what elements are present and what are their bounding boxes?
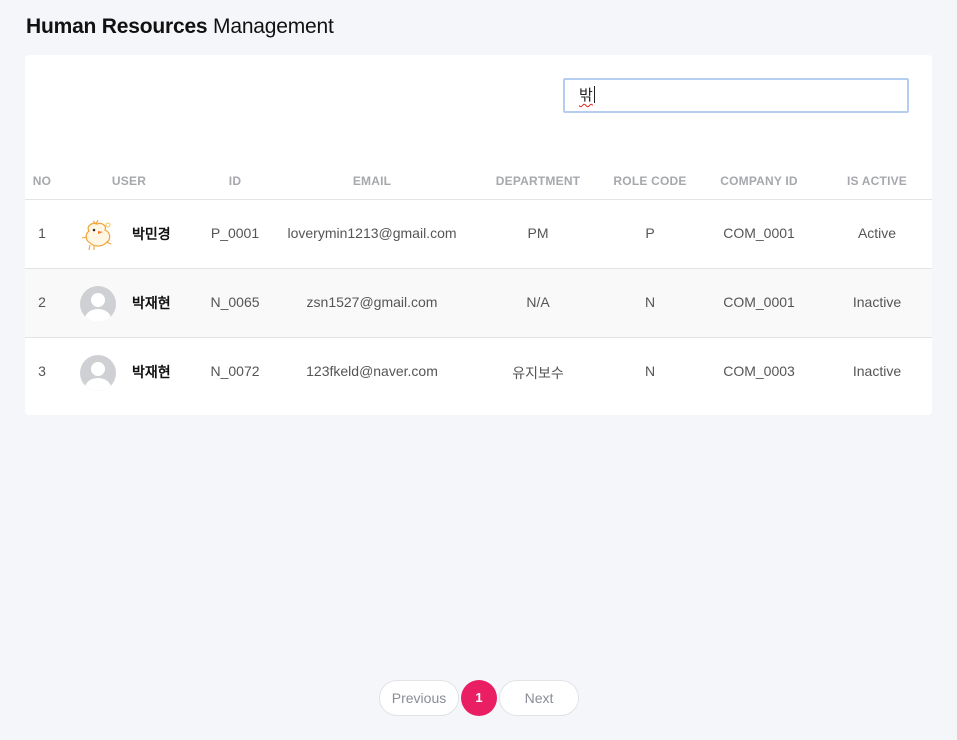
user-name: 박재현 bbox=[132, 365, 171, 381]
table-row[interactable]: 3 박재현 N_0072 123fkeld@naver.com 유지보수 N C… bbox=[25, 338, 932, 407]
col-header-is-active[interactable]: IS ACTIVE bbox=[847, 174, 907, 188]
col-header-department[interactable]: DEPARTMENT bbox=[496, 174, 580, 188]
cell-no: 3 bbox=[38, 363, 46, 379]
cell-is-active: Inactive bbox=[852, 294, 902, 310]
current-page-button[interactable]: 1 bbox=[461, 680, 497, 716]
text-caret bbox=[593, 86, 595, 103]
search-input[interactable]: 밖 bbox=[563, 78, 909, 113]
cell-role-code: N bbox=[644, 294, 656, 310]
cell-department: PM bbox=[527, 225, 549, 241]
cell-no: 2 bbox=[38, 294, 46, 310]
col-header-email[interactable]: EMAIL bbox=[353, 174, 391, 188]
cell-id: P_0001 bbox=[210, 225, 260, 241]
cell-company-id: COM_0003 bbox=[723, 363, 795, 379]
default-avatar-icon bbox=[80, 286, 116, 322]
cell-id: N_0072 bbox=[210, 363, 260, 379]
next-page-button[interactable]: Next bbox=[499, 680, 579, 716]
page-title: Human Resources Management bbox=[26, 15, 334, 39]
cell-no: 1 bbox=[38, 225, 46, 241]
cell-id: N_0065 bbox=[210, 294, 260, 310]
search-input-value: 밖 bbox=[579, 86, 593, 104]
table-row[interactable]: 1 박민경 P_0001 loverymin1213@gmail.com PM … bbox=[25, 200, 932, 269]
col-header-user[interactable]: USER bbox=[112, 174, 146, 188]
cell-department: N/A bbox=[526, 294, 550, 310]
cell-company-id: COM_0001 bbox=[723, 294, 795, 310]
page-title-bold: Human Resources bbox=[26, 15, 208, 38]
cell-email: zsn1527@gmail.com bbox=[306, 294, 438, 310]
user-name: 박재현 bbox=[132, 296, 171, 312]
table-row[interactable]: 2 박재현 N_0065 zsn1527@gmail.com N/A N COM… bbox=[25, 269, 932, 338]
table-header: NO USER ID EMAIL DEPARTMENT ROLE CODE CO… bbox=[25, 160, 932, 200]
cell-department: 유지보수 bbox=[512, 366, 564, 382]
col-header-role-code[interactable]: ROLE CODE bbox=[613, 174, 686, 188]
cell-role-code: N bbox=[644, 363, 656, 379]
cell-company-id: COM_0001 bbox=[723, 225, 795, 241]
col-header-no[interactable]: NO bbox=[33, 174, 51, 188]
cell-email: 123fkeld@naver.com bbox=[306, 363, 438, 379]
previous-page-button[interactable]: Previous bbox=[379, 680, 459, 716]
page-title-rest: Management bbox=[213, 15, 334, 38]
col-header-id[interactable]: ID bbox=[229, 174, 241, 188]
cell-is-active: Inactive bbox=[852, 363, 902, 379]
hr-table-card: 밖 NO USER ID EMAIL DEPARTMENT ROLE CODE … bbox=[25, 55, 932, 415]
cell-is-active: Active bbox=[857, 225, 897, 241]
cell-role-code: P bbox=[645, 225, 655, 241]
users-table: NO USER ID EMAIL DEPARTMENT ROLE CODE CO… bbox=[25, 160, 932, 407]
cell-email: loverymin1213@gmail.com bbox=[287, 225, 457, 241]
user-name: 박민경 bbox=[132, 227, 171, 243]
col-header-company-id[interactable]: COMPANY ID bbox=[720, 174, 798, 188]
bird-avatar-icon bbox=[80, 217, 116, 253]
default-avatar-icon bbox=[80, 355, 116, 391]
